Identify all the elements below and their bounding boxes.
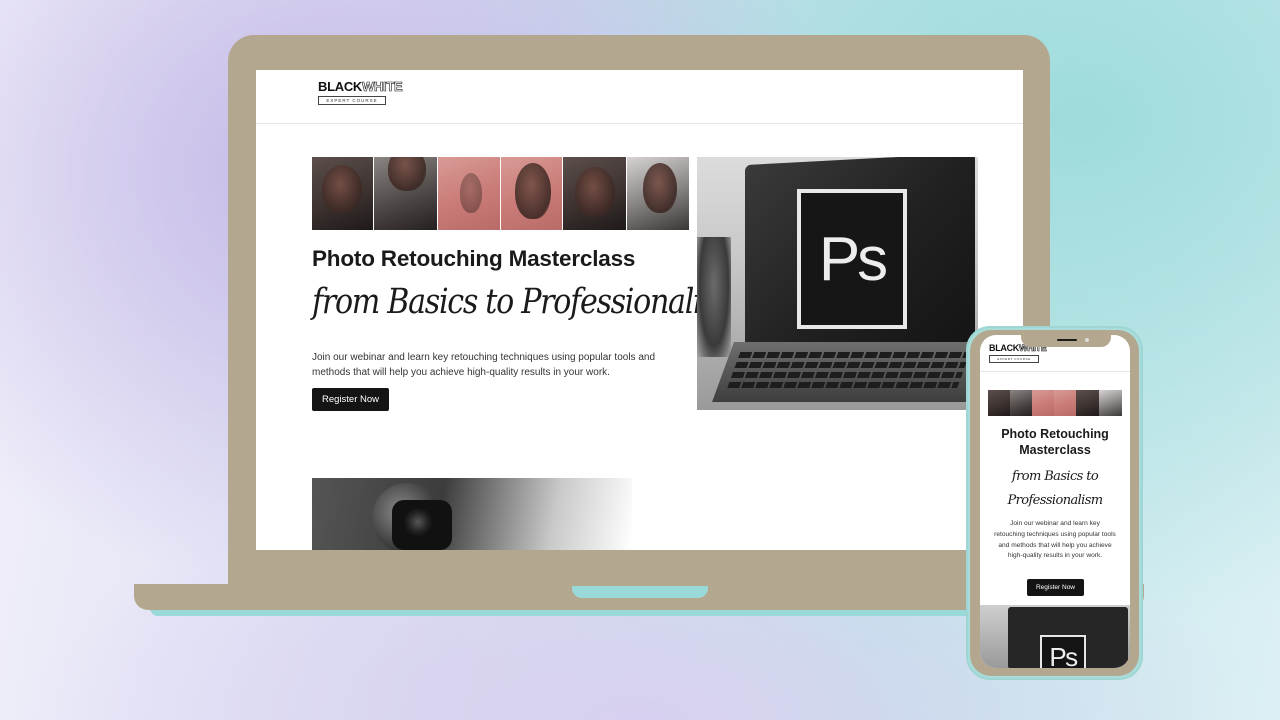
hero-description: Join our webinar and learn key retouchin… [312, 352, 656, 378]
phone-device: BLACKWHITE EXPERT COURSE Photo Retouchin… [966, 326, 1143, 680]
register-now-button[interactable]: Register Now [312, 388, 389, 411]
site-header: BLACKWHITE EXPERT COURSE [256, 70, 1023, 124]
mobile-photoshop-photo: Ps [980, 605, 1130, 668]
portrait-photo [438, 157, 500, 230]
portrait-photo [501, 157, 562, 230]
brand-logo[interactable]: BLACKWHITE EXPERT COURSE [318, 79, 403, 105]
laptop-trackpad-notch [572, 586, 708, 598]
mobile-portrait-photo [1010, 390, 1032, 416]
logo-black-text: BLACK [318, 79, 362, 94]
hero-title: Photo Retouching Masterclass [312, 246, 636, 271]
portrait-photo [374, 157, 437, 230]
portrait-photo [627, 157, 689, 230]
hero-script-subtitle: from Basics to Professionalism [312, 282, 744, 322]
laptop-screen: BLACKWHITE EXPERT COURSE Photo Retouchin… [256, 70, 1023, 550]
camera-icon [1085, 338, 1089, 342]
speaker-icon [1057, 339, 1077, 341]
mobile-portrait-photo [1076, 390, 1099, 416]
mobile-photoshop-logo-icon: Ps [1040, 635, 1086, 668]
mobile-hero-description: Join our webinar and learn key retouchin… [994, 520, 1116, 560]
background-figure [697, 237, 731, 357]
mobile-logo-subtitle: EXPERT COURSE [989, 355, 1039, 363]
mobile-portrait-photo [1032, 390, 1054, 416]
phone-notch [1021, 335, 1111, 347]
portrait-photo [312, 157, 373, 230]
logo-wordmark: BLACKWHITE [318, 79, 403, 94]
mobile-hero-script-subtitle: from Basics to Professionalism [1007, 469, 1103, 508]
logo-subtitle: EXPERT COURSE [318, 96, 386, 105]
photoshop-laptop-photo: Ps [697, 157, 978, 410]
mobile-portrait-photo [1054, 390, 1076, 416]
mobile-portrait-photo [1099, 390, 1122, 416]
photographer-photo [312, 478, 632, 550]
photo-laptop-keyboard [712, 342, 978, 402]
mobile-portrait-strip [988, 390, 1122, 416]
portrait-strip [312, 157, 689, 230]
photoshop-logo-icon: Ps [797, 189, 907, 329]
mobile-register-now-button[interactable]: Register Now [1027, 579, 1084, 596]
mobile-hero-title: Photo Retouching Masterclass [1001, 427, 1109, 457]
portrait-photo [563, 157, 626, 230]
logo-white-text: WHITE [362, 79, 403, 94]
phone-screen: BLACKWHITE EXPERT COURSE Photo Retouchin… [980, 335, 1130, 668]
mobile-portrait-photo [988, 390, 1010, 416]
mobile-logo-black-text: BLACK [989, 343, 1019, 353]
